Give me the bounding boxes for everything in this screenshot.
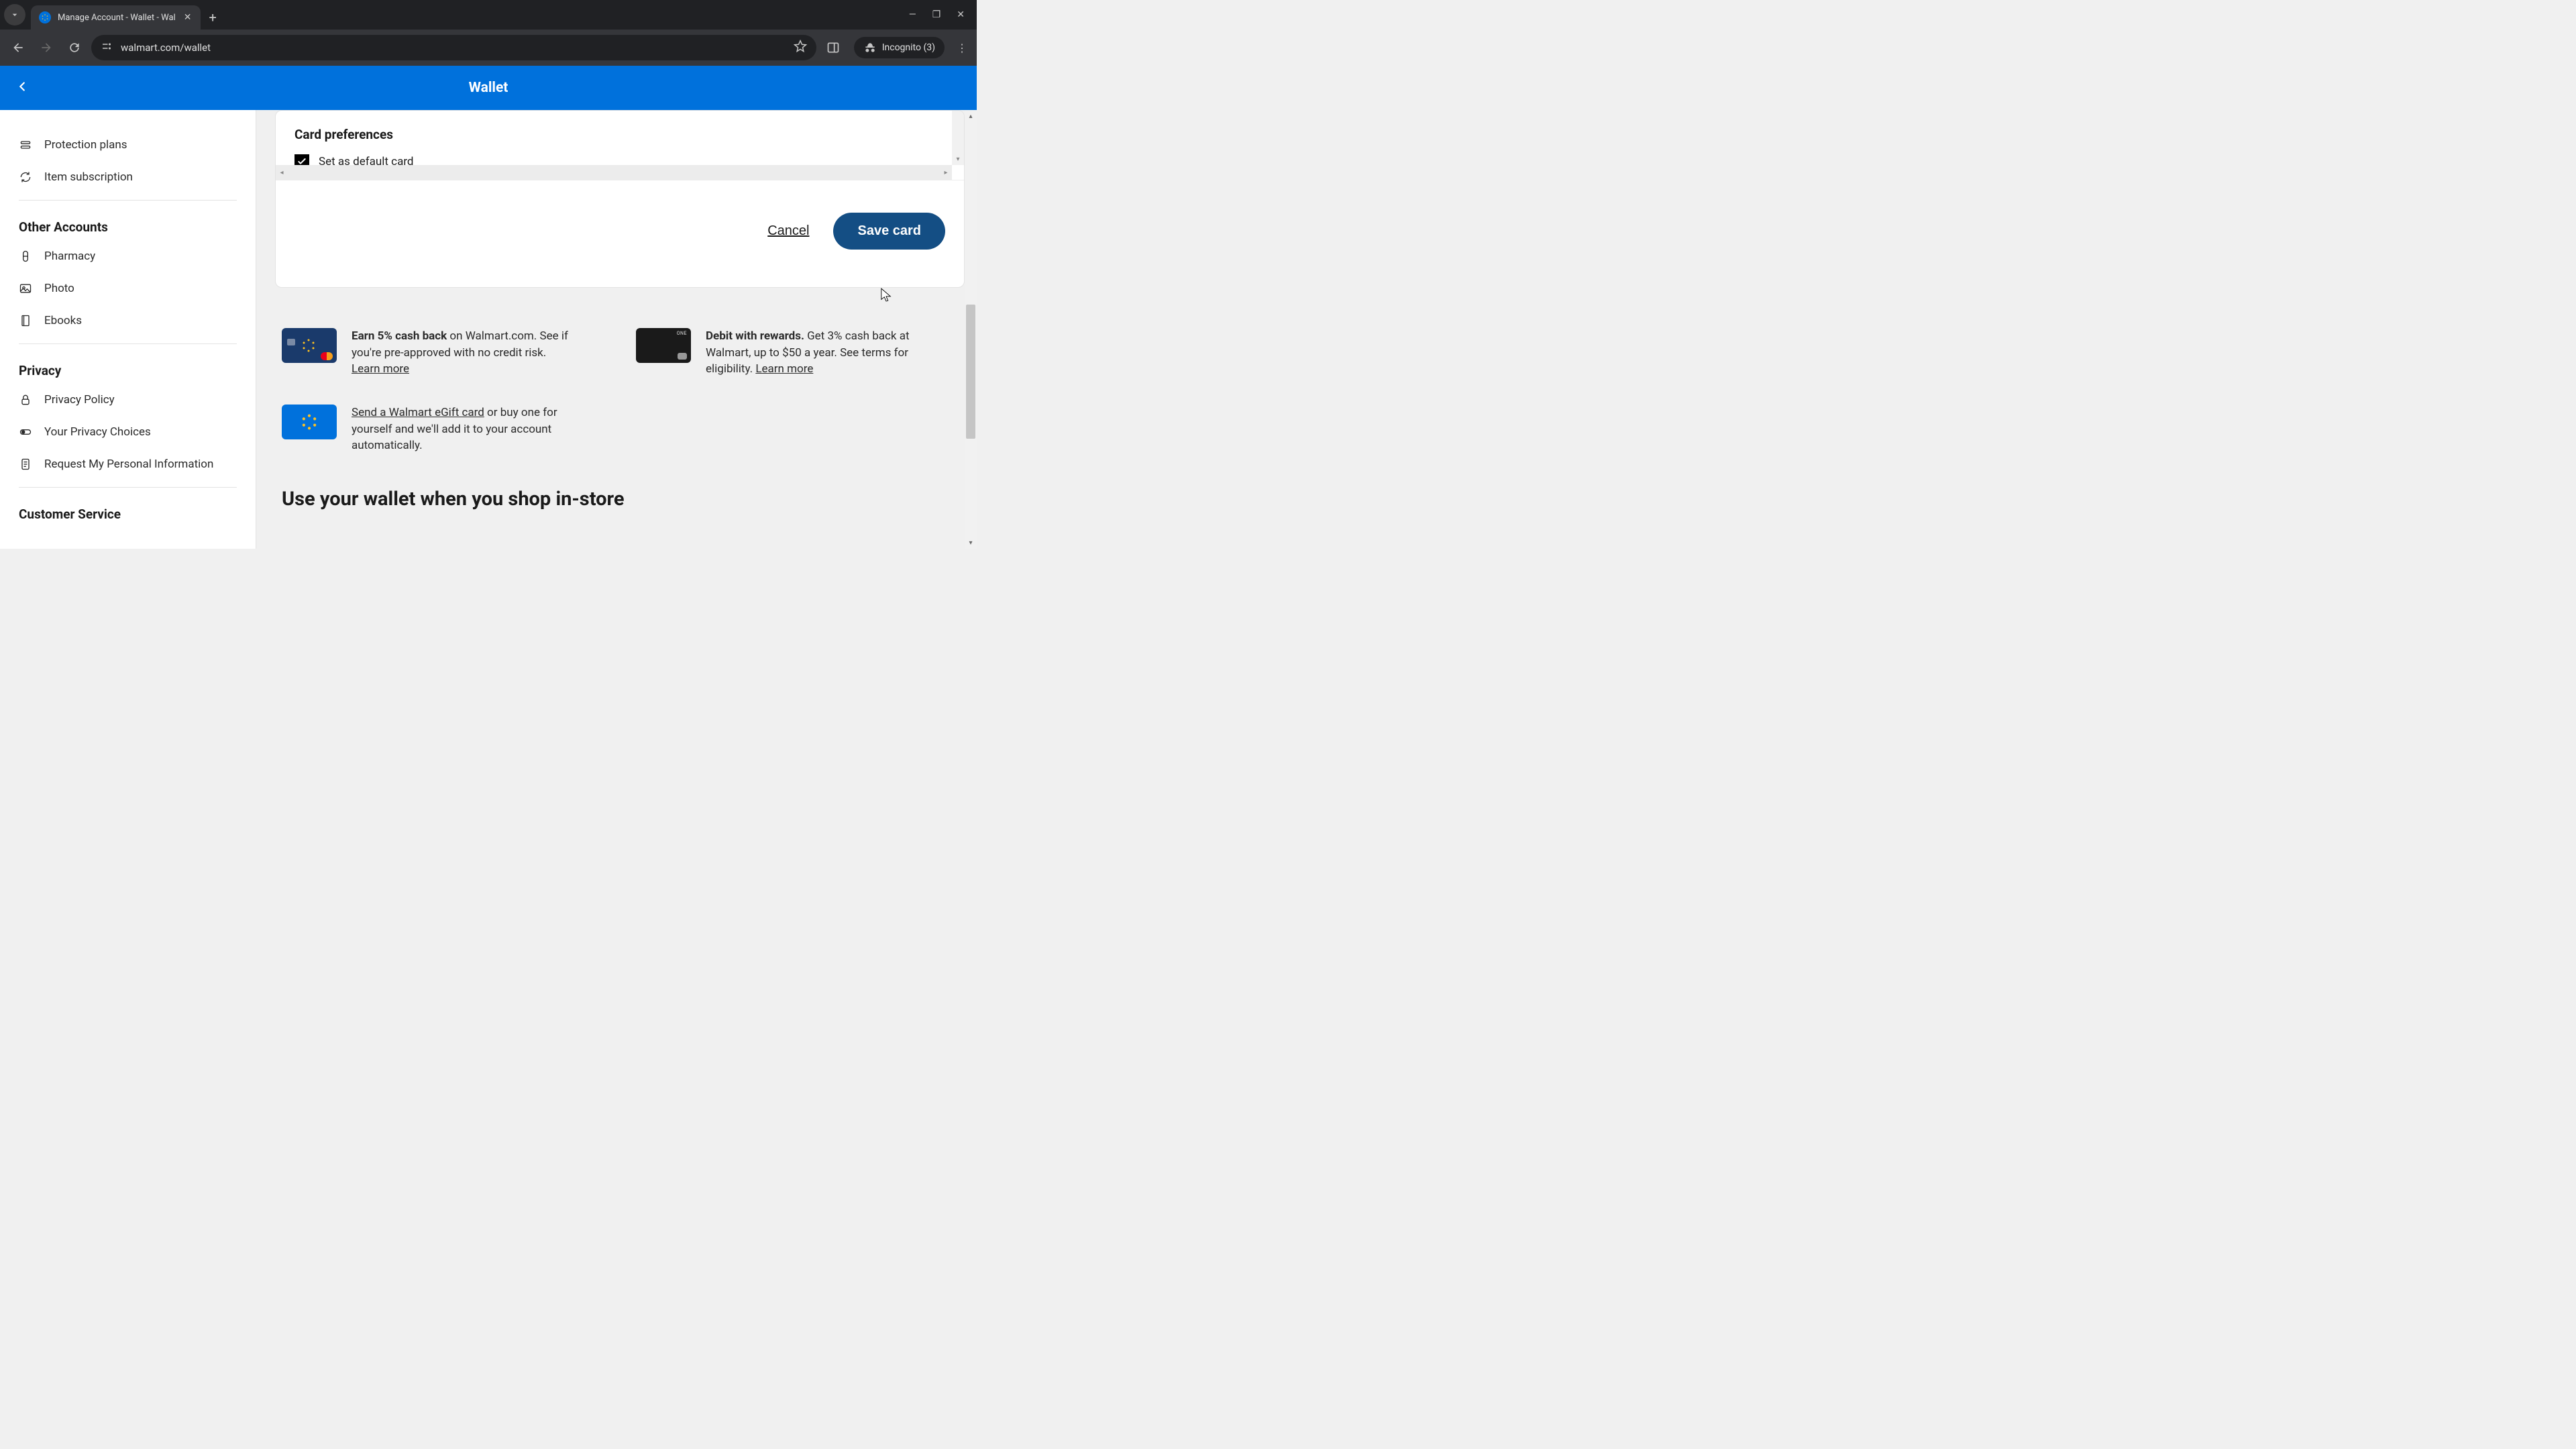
close-window-icon[interactable]: ✕ (957, 9, 965, 20)
scroll-right-icon[interactable]: ▸ (940, 169, 952, 176)
account-sidebar: Protection plans Item subscription Other… (0, 110, 256, 549)
sidebar-divider (19, 487, 237, 488)
gift-card-icon (282, 405, 337, 439)
url-text: walmart.com/wallet (121, 42, 211, 54)
scroll-left-icon[interactable]: ◂ (276, 169, 288, 176)
sidebar-item-request-info[interactable]: Request My Personal Information (0, 448, 256, 480)
sidebar-item-pharmacy[interactable]: Pharmacy (0, 240, 256, 272)
refresh-icon (19, 170, 32, 184)
one-debit-card-icon (636, 328, 691, 363)
promo-debit-rewards: Debit with rewards. Get 3% cash back at … (636, 328, 950, 378)
toggle-icon (19, 425, 32, 439)
send-gift-card-link[interactable]: Send a Walmart eGift card (352, 406, 484, 419)
sidebar-heading-other-accounts: Other Accounts (0, 207, 256, 240)
sidebar-item-label: Item subscription (44, 170, 133, 184)
window-controls: ― ❐ ✕ (909, 0, 977, 30)
tab-search-button[interactable] (4, 4, 25, 25)
card-prefs-inner-frame: Card preferences Set as default card ▾ ◂ (276, 111, 964, 180)
wallet-header: Wallet (0, 66, 977, 110)
walmart-spark-icon (301, 337, 317, 354)
document-icon (19, 458, 32, 471)
sidebar-item-ebooks[interactable]: Ebooks (0, 305, 256, 337)
minimize-icon[interactable]: ― (909, 9, 916, 20)
inner-horizontal-scrollbar[interactable]: ◂ ▸ (276, 165, 952, 180)
sidebar-heading-customer-service: Customer Service (0, 494, 256, 527)
page-title: Wallet (469, 80, 508, 96)
lock-icon (19, 393, 32, 407)
capitalone-card-icon (282, 328, 337, 363)
book-icon (19, 314, 32, 327)
instore-heading: Use your wallet when you shop in-store (256, 468, 977, 511)
main-content: Card preferences Set as default card ▾ ◂ (256, 110, 977, 549)
header-back-icon[interactable] (15, 79, 30, 97)
sidebar-item-photo[interactable]: Photo (0, 272, 256, 305)
forward-icon[interactable] (35, 36, 58, 59)
sidebar-item-label: Pharmacy (44, 250, 95, 263)
page-vertical-scrollbar[interactable]: ▴ ▾ (965, 110, 977, 549)
sidebar-item-privacy-choices[interactable]: Your Privacy Choices (0, 416, 256, 448)
scrollbar-thumb[interactable] (966, 305, 975, 439)
sidebar-item-privacy-policy[interactable]: Privacy Policy (0, 384, 256, 416)
promo-bold: Debit with rewards. (706, 329, 804, 343)
incognito-indicator[interactable]: Incognito (3) (854, 37, 945, 58)
kebab-menu-icon[interactable]: ⋮ (954, 39, 970, 57)
maximize-icon[interactable]: ❐ (932, 9, 941, 20)
promo-bold: Earn 5% cash back (352, 329, 447, 343)
browser-tab[interactable]: Manage Account - Wallet - Wal ✕ (31, 5, 201, 30)
tab-title: Manage Account - Wallet - Wal (58, 13, 176, 23)
browser-toolbar: walmart.com/wallet Incognito (3) ⋮ (0, 30, 977, 66)
promo-cashback-card: Earn 5% cash back on Walmart.com. See if… (282, 328, 596, 378)
image-icon (19, 282, 32, 295)
close-tab-icon[interactable]: ✕ (182, 11, 193, 24)
scroll-up-icon[interactable]: ▴ (965, 110, 977, 122)
shield-stack-icon (19, 138, 32, 152)
card-prefs-title: Card preferences (294, 127, 945, 142)
save-card-button[interactable]: Save card (833, 213, 945, 250)
back-icon[interactable] (7, 36, 30, 59)
inner-vertical-scrollbar[interactable]: ▾ (952, 111, 964, 165)
promo-section: Earn 5% cash back on Walmart.com. See if… (256, 288, 977, 468)
sidebar-item-protection-plans[interactable]: Protection plans (0, 129, 256, 161)
learn-more-link[interactable]: Learn more (755, 362, 813, 376)
scroll-down-icon[interactable]: ▾ (952, 153, 964, 165)
sidebar-item-label: Request My Personal Information (44, 458, 213, 471)
sidebar-item-label: Protection plans (44, 138, 127, 152)
panel-icon[interactable] (822, 36, 845, 59)
sidebar-item-label: Photo (44, 282, 74, 295)
new-tab-button[interactable]: + (201, 5, 224, 30)
address-bar[interactable]: walmart.com/wallet (91, 35, 816, 60)
sidebar-item-label: Privacy Policy (44, 393, 115, 407)
browser-tab-strip: Manage Account - Wallet - Wal ✕ + ― ❐ ✕ (0, 0, 977, 30)
pill-icon (19, 250, 32, 263)
sidebar-item-label: Ebooks (44, 314, 82, 327)
cancel-button[interactable]: Cancel (767, 223, 809, 239)
page: Wallet Protection plans Item subscriptio… (0, 66, 977, 549)
walmart-spark-icon (39, 11, 51, 23)
incognito-icon (863, 41, 877, 54)
sidebar-item-label: Your Privacy Choices (44, 425, 151, 439)
sidebar-divider (19, 200, 237, 201)
learn-more-link[interactable]: Learn more (352, 362, 409, 376)
sidebar-heading-privacy: Privacy (0, 351, 256, 384)
card-preferences-panel: Card preferences Set as default card ▾ ◂ (275, 110, 965, 288)
site-controls-icon[interactable] (101, 40, 113, 55)
reload-icon[interactable] (63, 36, 86, 59)
bookmark-star-icon[interactable] (794, 40, 807, 56)
promo-egift-card: Send a Walmart eGift card or buy one for… (282, 405, 596, 454)
incognito-label: Incognito (3) (882, 42, 935, 53)
scroll-down-icon[interactable]: ▾ (965, 537, 977, 549)
sidebar-item-subscription[interactable]: Item subscription (0, 161, 256, 193)
sidebar-divider (19, 343, 237, 344)
